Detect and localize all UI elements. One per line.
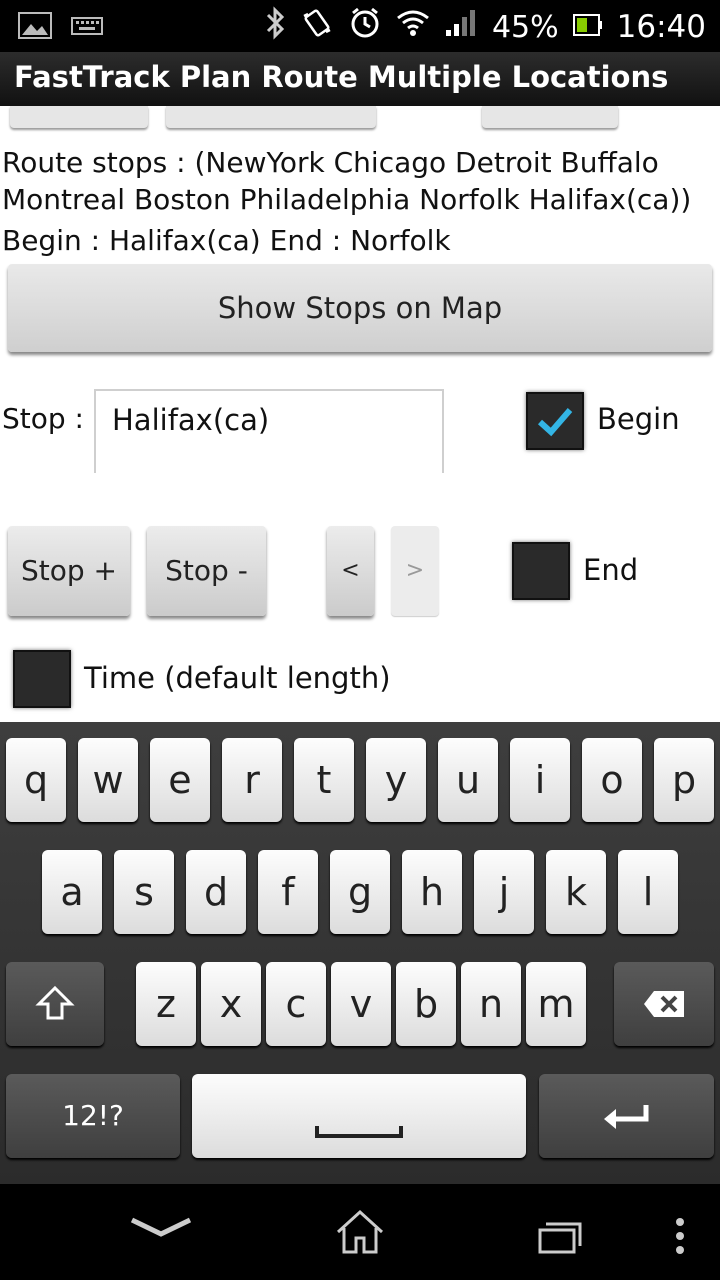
show-stops-on-map-button[interactable]: Show Stops on Map (8, 264, 712, 352)
begin-label: Begin (597, 402, 680, 436)
next-stop-button[interactable]: > (391, 526, 439, 616)
enter-icon (603, 1105, 648, 1129)
key-i[interactable]: i (510, 738, 570, 822)
navigation-bar (0, 1184, 720, 1280)
route-stops-text: Route stops : (NewYork Chicago Detroit B… (2, 146, 692, 216)
key-r[interactable]: r (222, 738, 282, 822)
recent-apps-icon[interactable] (536, 1220, 584, 1258)
alarm-icon (348, 6, 382, 48)
key-a[interactable]: a (42, 850, 102, 934)
signal-icon (444, 8, 478, 46)
key-h[interactable]: h (402, 850, 462, 934)
stop-input[interactable]: Halifax(ca) (94, 389, 444, 473)
space-key[interactable] (192, 1074, 526, 1158)
key-p[interactable]: p (654, 738, 714, 822)
begin-checkbox[interactable] (526, 392, 584, 450)
key-s[interactable]: s (114, 850, 174, 934)
symbols-key[interactable]: 12!? (6, 1074, 180, 1158)
key-w[interactable]: w (78, 738, 138, 822)
backspace-icon (644, 991, 684, 1017)
key-v[interactable]: v (331, 962, 391, 1046)
app-title: FastTrack Plan Route Multiple Locations (0, 52, 720, 106)
time-checkbox[interactable] (13, 650, 71, 708)
status-bar: 45% 16:40 (0, 0, 720, 52)
battery-icon (572, 10, 603, 45)
key-m[interactable]: m (526, 962, 586, 1046)
battery-percent: 45% (491, 9, 559, 45)
key-t[interactable]: t (294, 738, 354, 822)
key-g[interactable]: g (330, 850, 390, 934)
key-z[interactable]: z (136, 962, 196, 1046)
backspace-key[interactable] (614, 962, 714, 1046)
vibrate-icon (300, 6, 334, 48)
keyboard-notification-icon (70, 10, 104, 44)
wifi-icon (396, 8, 430, 46)
key-f[interactable]: f (258, 850, 318, 934)
clock: 16:40 (616, 9, 706, 45)
menu-icon[interactable] (674, 1216, 686, 1260)
bluetooth-icon (264, 6, 286, 48)
key-o[interactable]: o (582, 738, 642, 822)
key-e[interactable]: e (150, 738, 210, 822)
begin-end-text: Begin : Halifax(ca) End : Norfolk (2, 224, 451, 257)
soft-keyboard: q w e r t y u i o p a s d f g h j k l z … (0, 722, 720, 1184)
key-d[interactable]: d (186, 850, 246, 934)
key-j[interactable]: j (474, 850, 534, 934)
space-bar-icon (315, 1126, 403, 1138)
end-label: End (583, 553, 639, 587)
key-k[interactable]: k (546, 850, 606, 934)
key-u[interactable]: u (438, 738, 498, 822)
key-c[interactable]: c (266, 962, 326, 1046)
key-n[interactable]: n (461, 962, 521, 1046)
stop-remove-button[interactable]: Stop - (147, 526, 266, 616)
scrolled-button[interactable] (166, 106, 376, 128)
key-x[interactable]: x (201, 962, 261, 1046)
time-label: Time (default length) (84, 661, 391, 695)
enter-key[interactable] (539, 1074, 714, 1158)
key-q[interactable]: q (6, 738, 66, 822)
home-icon[interactable] (334, 1208, 386, 1260)
scrolled-button[interactable] (10, 106, 148, 128)
stop-label: Stop : (2, 402, 84, 435)
end-checkbox[interactable] (512, 542, 570, 600)
previous-stop-button[interactable]: < (327, 526, 374, 616)
key-l[interactable]: l (618, 850, 678, 934)
scrolled-button[interactable] (482, 106, 618, 128)
back-icon[interactable] (128, 1212, 194, 1246)
key-b[interactable]: b (396, 962, 456, 1046)
key-y[interactable]: y (366, 738, 426, 822)
stop-add-button[interactable]: Stop + (8, 526, 130, 616)
shift-key[interactable] (6, 962, 104, 1046)
checkmark-icon (537, 408, 573, 437)
shift-arrow-icon (35, 985, 75, 1020)
image-notification-icon (18, 10, 52, 44)
